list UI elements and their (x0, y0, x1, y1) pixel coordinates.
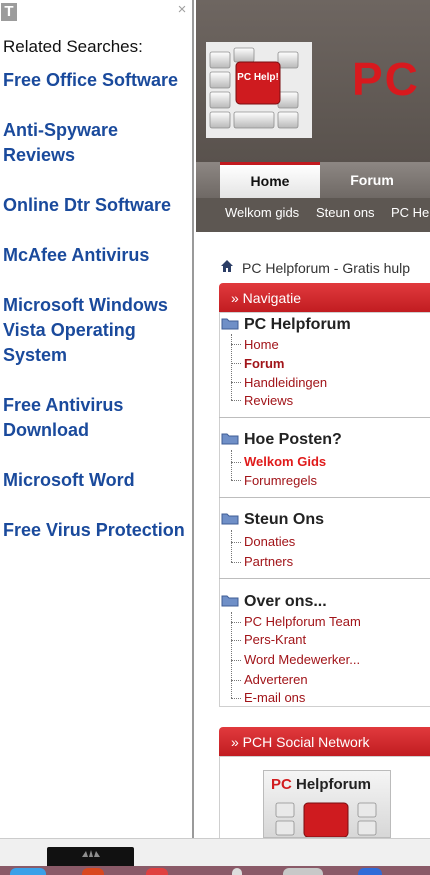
tree-branch (231, 640, 241, 641)
tree-branch (231, 698, 241, 699)
related-link[interactable]: Microsoft Word (3, 468, 191, 493)
nav-link-email-ons[interactable]: E-mail ons (244, 690, 305, 705)
related-link[interactable]: Free Antivirus Download (3, 393, 191, 443)
handle-icon (81, 850, 100, 857)
nav-link-welkom-gids[interactable]: Welkom Gids (244, 454, 326, 469)
nav-section-pc-helpforum: PC Helpforum Home Forum Handleidingen Re… (219, 312, 430, 418)
taskbar-app-icon[interactable] (283, 868, 323, 875)
section-title: Steun Ons (244, 511, 325, 528)
related-link[interactable]: McAfee Antivirus (3, 243, 191, 268)
breadcrumb: PC Helpforum - Gratis hulp (242, 260, 410, 276)
website-pane: PC Help! PC Home Forum Welkom gids Steun… (196, 0, 430, 838)
site-logo-keyboard-icon[interactable]: PC Help! (206, 42, 312, 138)
sub-navbar: Welkom gids Steun ons PC He (196, 198, 430, 232)
related-link[interactable]: Anti-Spyware Reviews (3, 118, 191, 168)
taskbar-app-icon[interactable] (358, 868, 382, 875)
tree-branch (231, 562, 241, 563)
section-title: Over ons... (244, 593, 327, 610)
nav-link-donaties[interactable]: Donaties (244, 534, 295, 549)
tree-line (231, 530, 242, 562)
subnav-link-steun[interactable]: Steun ons (316, 198, 375, 228)
related-link[interactable]: Free Office Software (3, 68, 191, 93)
related-searches-panel: T × Related Searches: Free Office Softwa… (0, 0, 194, 838)
nav-link-handleidingen[interactable]: Handleidingen (244, 375, 327, 390)
breadcrumb-label[interactable]: PC Helpforum - Gratis hulp (242, 260, 410, 276)
tab-forum[interactable]: Forum (322, 162, 422, 198)
nav-link-partners[interactable]: Partners (244, 554, 293, 569)
tab-home[interactable]: Home (220, 162, 320, 198)
related-link[interactable]: Microsoft Windows Vista Operating System (3, 293, 191, 368)
taskbar-app-icon[interactable] (232, 868, 242, 875)
tree-branch (231, 462, 241, 463)
home-icon[interactable] (220, 259, 234, 273)
section-title: Hoe Posten? (244, 431, 342, 448)
nav-section-steun-ons: Steun Ons Donaties Partners (219, 506, 430, 579)
tree-branch (231, 382, 241, 383)
folder-icon (221, 595, 239, 607)
nav-link-forum[interactable]: Forum (244, 356, 284, 371)
subnav-link-welkom[interactable]: Welkom gids (225, 198, 299, 228)
folder-icon (221, 513, 239, 525)
nav-link-forumregels[interactable]: Forumregels (244, 473, 317, 488)
tree-branch (231, 363, 241, 364)
navigatie-header[interactable]: » Navigatie (219, 283, 430, 313)
taskbar-app-icon[interactable] (10, 868, 46, 875)
related-searches-heading: Related Searches: (3, 37, 143, 56)
nav-link-home[interactable]: Home (244, 337, 279, 352)
social-logo-text: PC Helpforum (271, 776, 372, 793)
tree-branch (231, 344, 241, 345)
subnav-link-pc-help[interactable]: PC He (391, 198, 429, 228)
svg-text:PC Help!: PC Help! (237, 72, 279, 83)
folder-icon (221, 433, 239, 445)
taskbar (0, 866, 430, 875)
tree-branch (231, 400, 241, 401)
tree-branch (231, 660, 241, 661)
nav-section-hoe-posten: Hoe Posten? Welkom Gids Forumregels (219, 426, 430, 498)
close-icon[interactable]: × (175, 2, 189, 17)
tab-thumbnail[interactable] (47, 847, 134, 866)
nav-link-word-medewerker[interactable]: Word Medewerker... (244, 652, 360, 667)
section-title: PC Helpforum (244, 316, 351, 333)
nav-link-team[interactable]: PC Helpforum Team (244, 614, 361, 629)
related-link[interactable]: Online Dtr Software (3, 193, 191, 218)
social-logo[interactable]: PC Helpforum (263, 770, 391, 838)
social-network-header[interactable]: » PCH Social Network (219, 727, 430, 757)
nav-link-reviews[interactable]: Reviews (244, 393, 293, 408)
t-badge-icon: T (1, 3, 17, 21)
site-logo-text: PC (352, 53, 420, 105)
taskbar-app-icon[interactable] (146, 868, 168, 875)
tree-branch (231, 542, 241, 543)
tree-line (231, 612, 242, 698)
tree-branch (231, 680, 241, 681)
nav-section-over-ons: Over ons... PC Helpforum Team Pers-Krant… (219, 588, 430, 706)
tree-line (231, 450, 242, 480)
folder-icon (221, 318, 239, 330)
nav-link-pers-krant[interactable]: Pers-Krant (244, 632, 306, 647)
nav-link-adverteren[interactable]: Adverteren (244, 672, 308, 687)
keyboard-icon (275, 802, 377, 837)
taskbar-app-icon[interactable] (82, 868, 104, 875)
related-link[interactable]: Free Virus Protection (3, 518, 191, 543)
tree-branch (231, 622, 241, 623)
tree-branch (231, 480, 241, 481)
